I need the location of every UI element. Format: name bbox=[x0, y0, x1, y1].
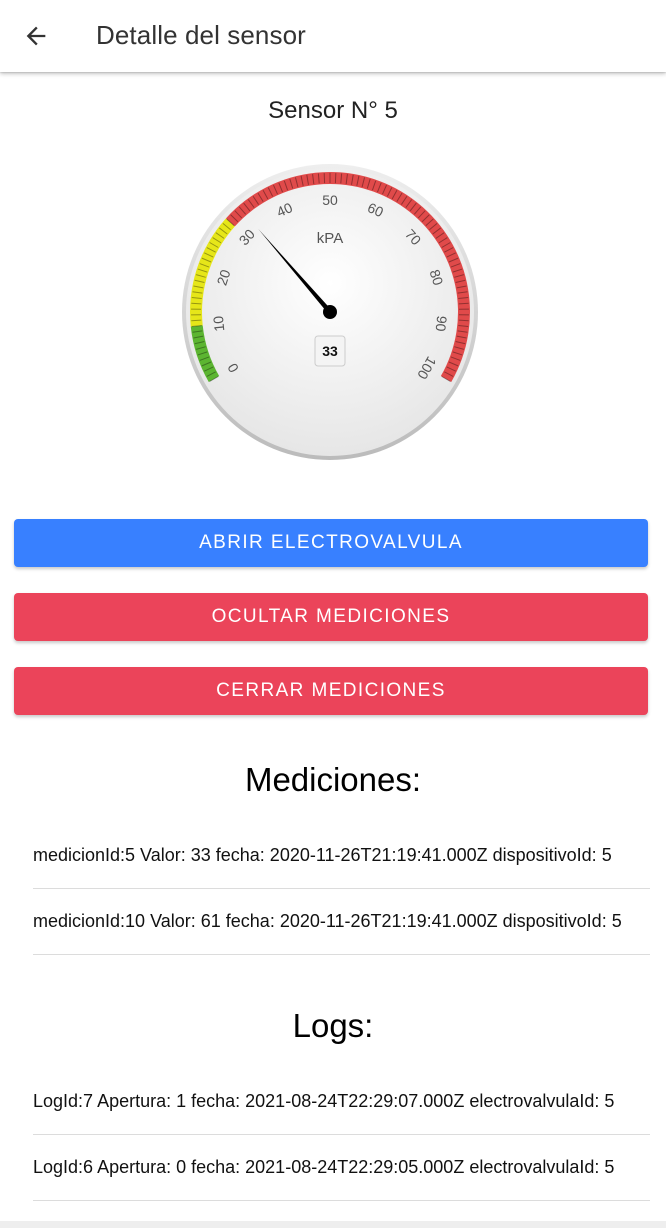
gauge-tick-label: 50 bbox=[322, 192, 338, 208]
logs-title: Logs: bbox=[292, 1007, 374, 1044]
log-item[interactable]: LogId:6 Apertura: 0 fecha: 2021-08-24T22… bbox=[33, 1135, 650, 1201]
pressure-gauge: 0 10 20 30 40 50 60 70 80 90 100 kPA 33 bbox=[180, 162, 480, 462]
gauge-svg: 010203040 50 60708090100 kPA 33 bbox=[182, 164, 478, 460]
gauge-value: 33 bbox=[322, 343, 338, 359]
log-item[interactable]: LogId:7 Apertura: 1 fecha: 2021-08-24T22… bbox=[33, 1069, 650, 1135]
arrow-back-icon bbox=[26, 26, 46, 46]
open-valve-button[interactable]: ABRIR ELECTROVALVULA bbox=[14, 519, 648, 567]
mediciones-title: Mediciones: bbox=[244, 761, 422, 798]
back-button[interactable] bbox=[14, 14, 58, 58]
gauge-tick bbox=[191, 302, 202, 305]
medicion-item-text: medicionId:10 Valor: 61 fecha: 2020-11-2… bbox=[33, 911, 622, 931]
gauge-tick-label: 90 bbox=[433, 315, 451, 332]
gauge-tick-label: 10 bbox=[210, 315, 228, 332]
hide-measurements-button[interactable]: OCULTAR MEDICIONES bbox=[14, 593, 648, 641]
medicion-item-text: medicionId:5 Valor: 33 fecha: 2020-11-26… bbox=[33, 845, 612, 865]
log-item-text: LogId:6 Apertura: 0 fecha: 2021-08-24T22… bbox=[33, 1157, 615, 1177]
sensor-title: Sensor N° 5 bbox=[268, 97, 398, 124]
medicion-item[interactable]: medicionId:5 Valor: 33 fecha: 2020-11-26… bbox=[33, 823, 650, 889]
app-toolbar: Detalle del sensor bbox=[0, 0, 666, 72]
gauge-needle-hub bbox=[323, 305, 337, 319]
close-measurements-button[interactable]: CERRAR MEDICIONES bbox=[14, 667, 648, 715]
bottom-bar bbox=[0, 1221, 666, 1228]
log-item-text: LogId:7 Apertura: 1 fecha: 2021-08-24T22… bbox=[33, 1091, 615, 1111]
gauge-units: kPA bbox=[317, 230, 343, 247]
gauge-tick bbox=[458, 319, 469, 322]
gauge-tick bbox=[458, 302, 469, 305]
gauge-tick bbox=[191, 319, 202, 322]
medicion-item[interactable]: medicionId:10 Valor: 61 fecha: 2020-11-2… bbox=[33, 889, 650, 955]
page-title: Detalle del sensor bbox=[96, 20, 306, 50]
